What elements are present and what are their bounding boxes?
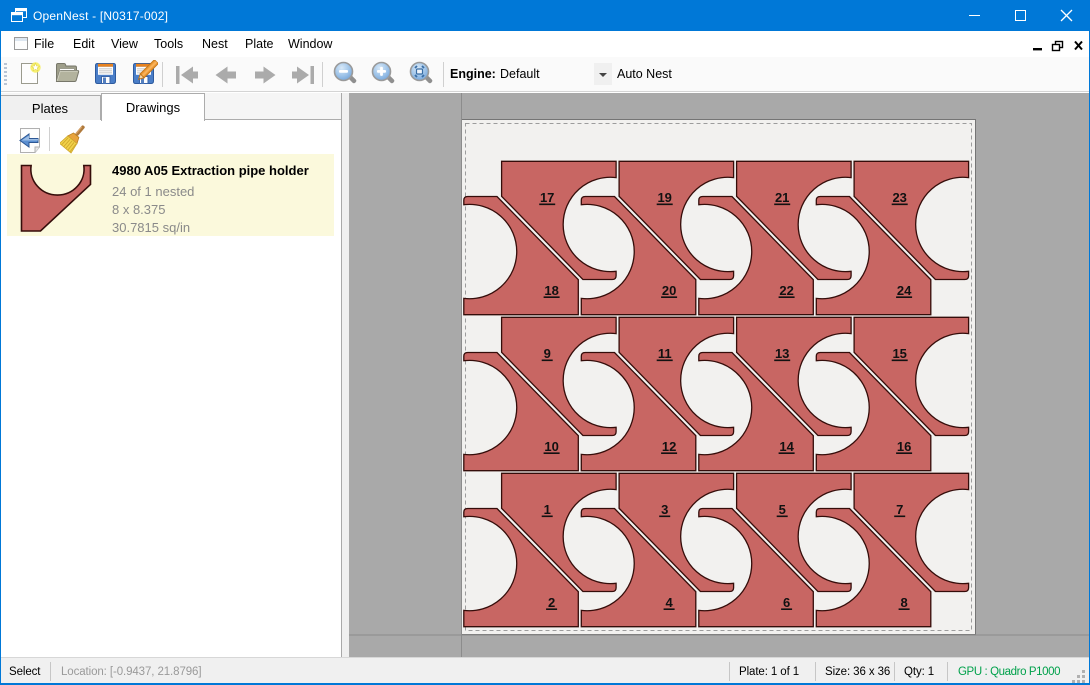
svg-text:8: 8	[900, 595, 907, 610]
svg-text:24: 24	[897, 283, 912, 298]
svg-text:20: 20	[662, 283, 676, 298]
svg-text:21: 21	[775, 190, 789, 205]
svg-text:5: 5	[779, 502, 786, 517]
svg-text:15: 15	[892, 346, 906, 361]
svg-text:10: 10	[544, 439, 558, 454]
svg-text:11: 11	[658, 346, 672, 361]
svg-text:9: 9	[544, 346, 551, 361]
svg-text:16: 16	[897, 439, 911, 454]
svg-text:1: 1	[544, 502, 551, 517]
svg-text:4: 4	[665, 595, 673, 610]
svg-text:19: 19	[657, 190, 671, 205]
svg-text:22: 22	[779, 283, 793, 298]
svg-text:18: 18	[544, 283, 558, 298]
svg-text:7: 7	[896, 502, 903, 517]
svg-text:13: 13	[775, 346, 789, 361]
svg-text:14: 14	[779, 439, 794, 454]
svg-text:3: 3	[661, 502, 668, 517]
svg-text:6: 6	[783, 595, 790, 610]
svg-text:2: 2	[548, 595, 555, 610]
svg-text:17: 17	[540, 190, 554, 205]
svg-text:12: 12	[662, 439, 676, 454]
svg-text:23: 23	[892, 190, 906, 205]
